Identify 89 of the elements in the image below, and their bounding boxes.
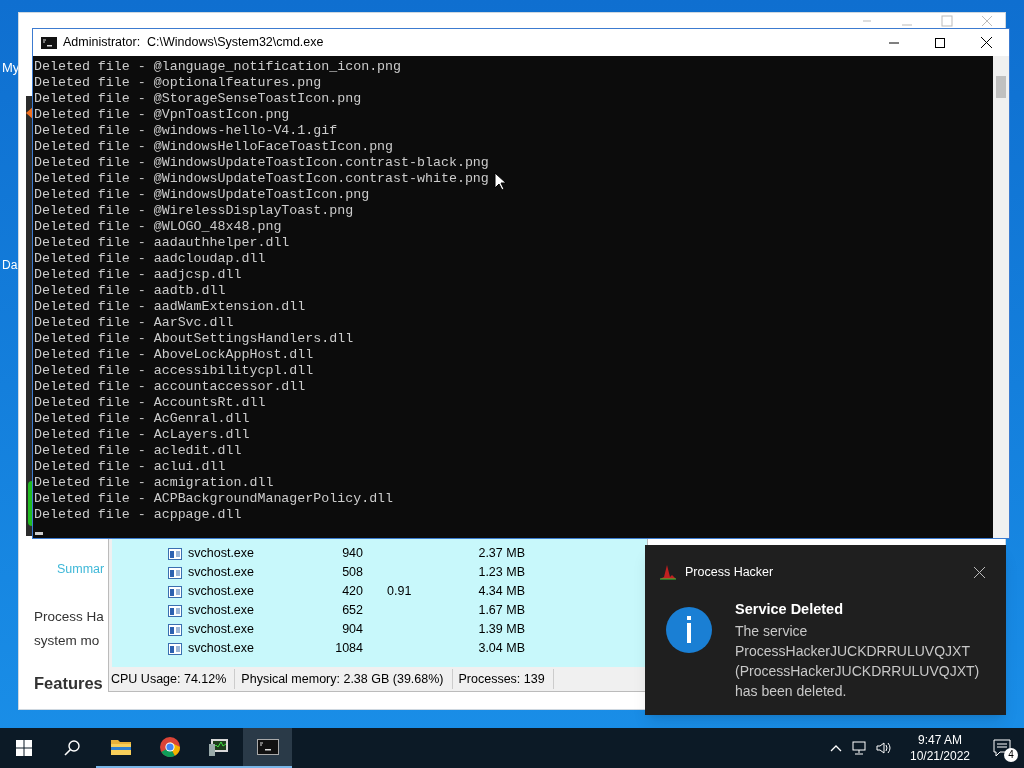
window-app-icon bbox=[168, 623, 182, 636]
close-icon bbox=[980, 37, 992, 48]
taskbar-app[interactable] bbox=[243, 728, 292, 768]
console-line: Deleted file - @VpnToastIcon.png bbox=[34, 107, 290, 123]
monitor-chart-icon bbox=[207, 736, 230, 758]
chart-logo-icon bbox=[659, 564, 677, 580]
window-app-icon bbox=[168, 585, 182, 598]
console-line: Deleted file - @windows-hello-V4.1.gif bbox=[34, 123, 338, 139]
console-line: Deleted file - @WindowsUpdateToastIcon.contrast-white.png bbox=[34, 171, 489, 187]
memory-cell-text: 1.67 MB bbox=[477, 602, 525, 620]
console-line: Deleted file - AcGenral.dll bbox=[34, 411, 250, 427]
search-icon bbox=[64, 740, 80, 756]
console-line: Deleted file - AboveLockAppHost.dll bbox=[34, 347, 314, 363]
folder-icon bbox=[109, 738, 132, 756]
console-line: Deleted file - aadtb.dll bbox=[34, 283, 226, 299]
desktop-icon-label[interactable]: My bbox=[2, 58, 20, 78]
console-line: Deleted file - acledit.dll bbox=[34, 443, 242, 459]
windows-logo-icon bbox=[16, 740, 32, 756]
status-bar-field: CPU Usage: 74.12% bbox=[109, 669, 236, 689]
process-name: svchost.exe bbox=[188, 602, 255, 620]
console-line: Deleted file - aadjcsp.dll bbox=[34, 267, 242, 283]
memory-cell-text: 4.34 MB bbox=[477, 583, 525, 601]
text-cursor bbox=[35, 532, 43, 535]
console-line: Deleted file - @StorageSenseToastIcon.png bbox=[34, 91, 362, 107]
features-heading: Features bbox=[34, 673, 103, 694]
intro-paragraph: Process Ha system mo bbox=[34, 608, 104, 650]
memory-cell-text: 2.37 MB bbox=[477, 545, 525, 563]
notification-message: The service ProcessHackerJUCKDRRULUVQJXT (ProcessHackerJUCKDRRULUVQJXT) has been deleted. bbox=[735, 621, 981, 701]
info-icon bbox=[666, 607, 712, 653]
console-icon bbox=[256, 739, 279, 755]
window-app-icon bbox=[168, 642, 182, 655]
pid-cell-text: 940 bbox=[341, 545, 363, 563]
pid-cell-text: 652 bbox=[341, 602, 363, 620]
process-name: svchost.exe bbox=[188, 583, 255, 601]
pid-cell-text: 904 bbox=[341, 621, 363, 639]
caret-up-icon[interactable] bbox=[830, 744, 842, 752]
console-line: Deleted file - AarSvc.dll bbox=[34, 315, 234, 331]
console-line: Deleted file - aadcloudap.dll bbox=[34, 251, 266, 267]
volume-icon[interactable] bbox=[876, 740, 892, 756]
process-name: svchost.exe bbox=[188, 640, 255, 658]
console-line: Deleted file - @WirelessDisplayToast.png bbox=[34, 203, 354, 219]
console-line: Deleted file - AccountsRt.dll bbox=[34, 395, 266, 411]
console-line: Deleted file - AcLayers.dll bbox=[34, 427, 250, 443]
scrollbar[interactable] bbox=[993, 56, 1009, 538]
close-icon bbox=[973, 566, 985, 578]
console-line: Deleted file - acppage.dll bbox=[34, 507, 242, 523]
action-center-button[interactable]: 4 bbox=[980, 728, 1024, 768]
close-button[interactable] bbox=[972, 565, 986, 579]
pid-cell-text: 420 bbox=[341, 583, 363, 601]
pid-cell-text: 1084 bbox=[334, 640, 363, 658]
status-bar-field: Physical memory: 2.38 GB (39.68%) bbox=[239, 669, 453, 689]
console-line: Deleted file - aclui.dll bbox=[34, 459, 226, 475]
window-app-icon bbox=[168, 547, 182, 560]
cpu-cell-text: 0.91 bbox=[387, 583, 413, 601]
window-title: Administrator: C:\Windows\System32\cmd.exe bbox=[63, 34, 324, 52]
console-line: Deleted file - @WindowsHelloFaceToastIcon.png bbox=[34, 139, 394, 155]
console-line: Deleted file - accessibilitycpl.dll bbox=[34, 363, 314, 379]
mouse-pointer-icon bbox=[494, 172, 506, 191]
console-icon bbox=[41, 36, 57, 49]
notification-count: 4 bbox=[1004, 748, 1018, 762]
console-line: Deleted file - ACPBackgroundManagerPolicy.dll bbox=[34, 491, 394, 507]
window-app-icon bbox=[168, 604, 182, 617]
chrome-icon bbox=[158, 736, 181, 758]
notification-title: Service Deleted bbox=[735, 600, 844, 619]
process-name: svchost.exe bbox=[188, 621, 255, 639]
desktop-icon-label[interactable]: Da bbox=[2, 256, 18, 274]
memory-cell-text: 1.39 MB bbox=[477, 621, 525, 639]
memory-cell-text: 1.23 MB bbox=[477, 564, 525, 582]
console-line: Deleted file - acmigration.dll bbox=[34, 475, 274, 491]
maximize-icon bbox=[935, 37, 945, 48]
console-line: Deleted file - @language_notification_icon.png bbox=[34, 59, 402, 75]
clock-date[interactable]: 10/21/2022 bbox=[909, 748, 971, 764]
window-app-icon bbox=[168, 566, 182, 579]
console-line: Deleted file - @WLOGO_48x48.png bbox=[34, 219, 282, 235]
console-line: Deleted file - @optionalfeatures.png bbox=[34, 75, 322, 91]
console-line: Deleted file - aadWamExtension.dll bbox=[34, 299, 306, 315]
console-line: Deleted file - AboutSettingsHandlers.dll bbox=[34, 331, 354, 347]
app-name: Process Hacker bbox=[685, 563, 774, 581]
network-icon[interactable] bbox=[852, 740, 868, 756]
console-line: Deleted file - accountaccessor.dll bbox=[34, 379, 306, 395]
console-line: Deleted file - @WindowsUpdateToastIcon.png bbox=[34, 187, 370, 203]
clock-time[interactable]: 9:47 AM bbox=[918, 732, 962, 748]
process-name: svchost.exe bbox=[188, 545, 255, 563]
console-line: Deleted file - aadauthhelper.dll bbox=[34, 235, 290, 251]
memory-cell-text: 3.04 MB bbox=[477, 640, 525, 658]
pid-cell-text: 508 bbox=[341, 564, 363, 582]
status-bar-field: Processes: 139 bbox=[456, 669, 554, 689]
console-line: Deleted file - @WindowsUpdateToastIcon.contrast-black.png bbox=[34, 155, 489, 171]
process-name: svchost.exe bbox=[188, 564, 255, 582]
